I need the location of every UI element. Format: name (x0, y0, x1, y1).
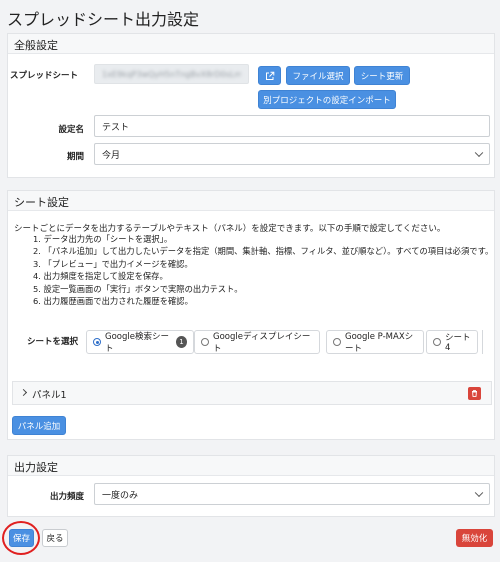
period-select[interactable]: 今月 (94, 143, 490, 165)
disable-button[interactable]: 無効化 (456, 529, 493, 547)
trash-icon (472, 390, 477, 397)
spreadsheet-id-field: 1xE9kqP3wQyH5nTngBvX8rD0sLm2 (94, 64, 249, 84)
period-value: 今月 (102, 150, 121, 161)
page-title: スプレッドシート出力設定 (7, 10, 200, 29)
count-badge: 1 (175, 336, 187, 348)
file-select-button[interactable]: ファイル選択 (286, 66, 350, 85)
step-item: 5. 設定一覧画面の「実行」ボタンで実際の出力テスト。 (33, 283, 243, 294)
general-settings-card: 全般設定 スプレッドシート 1xE9kqP3wQyH5nTngBvX8rD0sL… (7, 33, 495, 178)
sheet-tab-google-pmax[interactable]: Google P-MAXシート (326, 330, 424, 354)
period-label: 期間 (66, 152, 84, 162)
step-item: 4. 出力頻度を指定して設定を保存。 (33, 271, 168, 282)
sheet-tab-label: Google検索シート (105, 332, 169, 354)
delete-panel-button[interactable] (468, 387, 481, 400)
setting-name-label: 設定名 (58, 125, 84, 135)
general-settings-heading: 全般設定 (8, 34, 494, 54)
open-external-button[interactable] (258, 66, 281, 85)
chevron-right-icon (19, 388, 28, 397)
spreadsheet-id-value: 1xE9kqP3wQyH5nTngBvX8rD0sLm2 (102, 69, 241, 79)
setting-name-input[interactable]: テスト (94, 115, 490, 137)
output-settings-card: 出力設定 出力頻度 一度のみ (7, 455, 495, 517)
panel-label: パネル1 (32, 390, 67, 401)
radio-icon (433, 338, 441, 346)
sheet-tab-label: Googleディスプレイシート (213, 332, 311, 354)
chevron-down-icon (474, 148, 484, 158)
spreadsheet-label: スプレッドシート (10, 71, 79, 81)
sheet-select-label: シートを選択 (26, 337, 78, 347)
setting-name-value: テスト (102, 122, 130, 133)
sheet-settings-heading: シート設定 (8, 191, 494, 211)
sheet-update-button[interactable]: シート更新 (354, 66, 410, 85)
radio-icon (333, 338, 341, 346)
radio-selected-icon (93, 338, 101, 346)
step-item: 6. 出力履歴画面で出力された履歴を確認。 (33, 296, 193, 307)
panel-row[interactable]: パネル1 (12, 381, 492, 405)
chevron-down-icon (474, 488, 484, 498)
sheet-tab-label: Google P-MAXシート (345, 332, 414, 354)
sheet-tab-google-search[interactable]: Google検索シート 1 (86, 330, 194, 354)
step-item: 1. データ出力先の「シートを選択」。 (33, 234, 173, 244)
import-settings-button[interactable]: 別プロジェクトの設定インポート (258, 90, 396, 109)
sheet-tab-label: シート4 (445, 333, 471, 353)
step-item: 2. 「パネル追加」して出力したいデータを指定（期間、集計軸、指標、フィルタ、並… (33, 246, 494, 257)
add-panel-button[interactable]: パネル追加 (12, 416, 66, 435)
external-link-icon (265, 71, 274, 80)
back-button[interactable]: 戻る (42, 529, 68, 547)
frequency-select[interactable]: 一度のみ (94, 483, 490, 505)
save-button[interactable]: 保存 (9, 529, 34, 547)
sheet-settings-card: シート設定 シートごとにデータを出力するテーブルやテキスト（パネル）を設定できま… (7, 190, 495, 440)
scroll-edge (482, 330, 496, 354)
sheet-tab-sheet4[interactable]: シート4 (426, 330, 478, 354)
radio-icon (201, 338, 209, 346)
frequency-label: 出力頻度 (49, 492, 84, 502)
output-settings-heading: 出力設定 (8, 456, 494, 476)
sheet-tab-google-display[interactable]: Googleディスプレイシート (194, 330, 320, 354)
frequency-value: 一度のみ (102, 490, 139, 501)
step-item: 3. 「プレビュー」で出力イメージを確認。 (33, 258, 193, 269)
steps-list: 1. データ出力先の「シートを選択」。 2. 「パネル追加」して出力したいデータ… (33, 233, 493, 307)
